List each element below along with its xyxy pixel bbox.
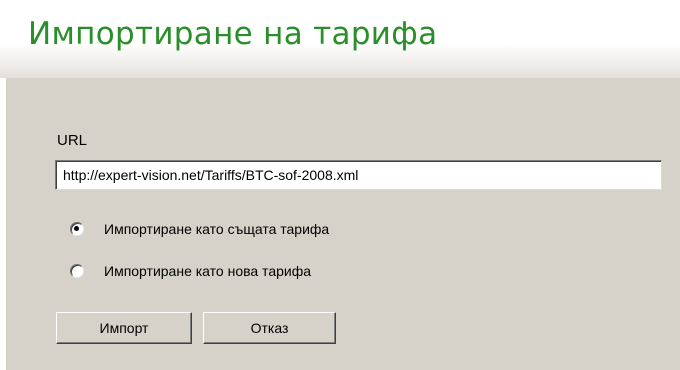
radio-new-tariff[interactable] [70, 264, 84, 278]
option-same-tariff-label: Импортиране като същата тарифа [104, 221, 330, 237]
cancel-button[interactable]: Отказ [203, 312, 336, 344]
option-new-tariff-label: Импортиране като нова тарифа [104, 263, 312, 279]
option-new-tariff[interactable]: Импортиране като нова тарифа [70, 263, 311, 279]
url-label: URL [57, 132, 88, 149]
dialog-header: Импортиране на тарифа [0, 0, 680, 78]
radio-same-tariff[interactable] [70, 222, 84, 236]
import-button[interactable]: Импорт [56, 312, 192, 344]
url-input[interactable] [55, 160, 662, 190]
option-same-tariff[interactable]: Импортиране като същата тарифа [70, 221, 329, 237]
dialog-title: Импортиране на тарифа [28, 16, 438, 52]
